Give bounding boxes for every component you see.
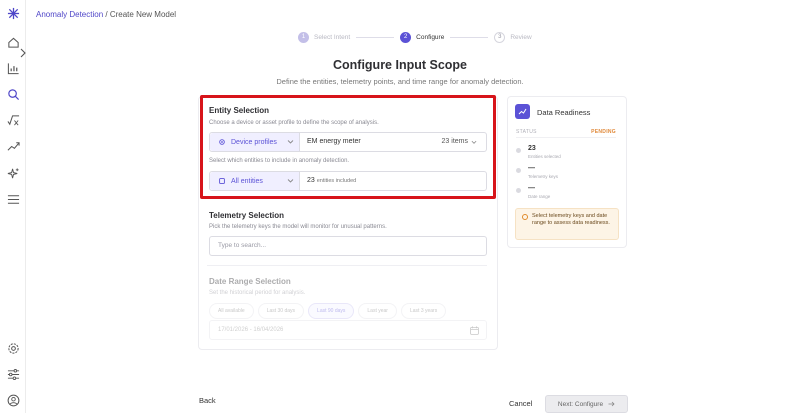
chip-last-year[interactable]: Last year xyxy=(358,303,397,319)
step-connector xyxy=(450,36,489,38)
step-review[interactable]: 3 Review xyxy=(494,31,532,43)
breadcrumb: Anomaly Detection / Create New Model xyxy=(36,10,176,19)
profile-picker[interactable]: Device profiles EM energy meter 23 items xyxy=(209,132,487,152)
home-icon[interactable] xyxy=(6,35,20,49)
next-button[interactable]: Next: Configure xyxy=(545,395,628,413)
breadcrumb-separator: / xyxy=(103,10,110,19)
telemetry-metric-icon xyxy=(516,168,521,173)
status-label: STATUS xyxy=(516,129,537,135)
metric-value: — xyxy=(528,185,535,192)
wizard-stepper: 1 Select Intent 2 Configure 3 Review xyxy=(298,31,532,43)
entities-mode-dropdown[interactable]: All entities xyxy=(210,172,300,190)
entities-mode-label: All entities xyxy=(231,177,263,185)
breadcrumb-parent-link[interactable]: Anomaly Detection xyxy=(36,10,103,19)
metric-value: — xyxy=(528,165,535,172)
entities-icon xyxy=(219,178,225,184)
info-icon xyxy=(522,214,528,220)
next-button-label: Next: Configure xyxy=(557,400,604,408)
readiness-notice: Select telemetry keys and date range to … xyxy=(515,208,619,240)
metric-label: Telemetry keys xyxy=(528,174,559,179)
entity-selection-description: Choose a device or asset profile to defi… xyxy=(209,120,379,126)
telemetry-selection-title: Telemetry Selection xyxy=(209,211,284,220)
step-configure[interactable]: 2 Configure xyxy=(400,31,445,43)
entities-count-number: 23 xyxy=(307,177,315,184)
step-number: 1 xyxy=(298,31,309,43)
telemetry-search-input[interactable]: Type to search... xyxy=(209,236,487,256)
readiness-status-row: STATUS PENDING xyxy=(516,129,616,135)
profile-type-dropdown[interactable]: Device profiles xyxy=(210,133,300,151)
step-select-intent[interactable]: 1 Select Intent xyxy=(298,31,351,43)
profile-count-text: 23 items xyxy=(441,138,468,145)
metric-value: 23 xyxy=(528,145,536,152)
arrow-right-icon xyxy=(608,401,615,407)
status-badge: PENDING xyxy=(591,129,616,135)
data-readiness-title: Data Readiness xyxy=(537,108,591,117)
expand-sidebar-icon[interactable] xyxy=(19,48,27,58)
step-label: Review xyxy=(510,33,532,41)
date-range-description: Set the historical period for analysis. xyxy=(209,290,306,296)
logo-icon[interactable] xyxy=(6,6,20,20)
step-number: 2 xyxy=(400,31,412,43)
chip-last-3-years[interactable]: Last 3 years xyxy=(400,303,447,319)
settings-icon[interactable] xyxy=(6,341,20,355)
step-number: 3 xyxy=(494,31,506,43)
chip-last-90-days[interactable]: Last 90 days xyxy=(308,303,355,319)
entities-description: Select which entities to include in anom… xyxy=(209,158,350,164)
telemetry-search-placeholder: Type to search... xyxy=(218,242,267,249)
breadcrumb-current: Create New Model xyxy=(109,10,177,19)
chevron-down-icon xyxy=(287,140,294,144)
chip-all-available[interactable]: All available xyxy=(209,303,254,319)
section-divider xyxy=(207,265,487,266)
step-connector xyxy=(356,36,395,38)
notice-text: Select telemetry keys and date range to … xyxy=(532,213,610,227)
back-button[interactable]: Back xyxy=(199,396,216,405)
user-icon[interactable] xyxy=(6,393,20,407)
menu-icon[interactable] xyxy=(6,192,20,206)
metric-label: Date range xyxy=(528,194,551,199)
sparkle-icon[interactable] xyxy=(6,166,20,180)
sliders-icon[interactable] xyxy=(6,367,20,381)
date-range-input[interactable]: 17/01/2026 - 16/04/2026 xyxy=(209,320,487,340)
step-label: Select Intent xyxy=(314,33,351,41)
readiness-chart-icon xyxy=(515,104,530,119)
date-metric-icon xyxy=(516,188,521,193)
readiness-divider xyxy=(516,137,616,138)
trend-icon[interactable] xyxy=(6,139,20,153)
metric-label: Entities selected xyxy=(528,154,561,159)
date-range-chips: All available Last 30 days Last 90 days … xyxy=(209,303,447,319)
anomaly-search-icon[interactable] xyxy=(0,81,26,107)
date-range-title: Date Range Selection xyxy=(209,277,291,286)
entities-count-suffix: entities included xyxy=(316,178,357,184)
entities-count: 23 entities included xyxy=(307,177,356,184)
cancel-button[interactable]: Cancel xyxy=(509,399,532,408)
page-subtitle: Define the entities, telemetry points, a… xyxy=(276,77,524,86)
telemetry-selection-description: Pick the telemetry keys the model will m… xyxy=(209,224,387,230)
device-icon xyxy=(219,139,225,145)
entities-picker[interactable]: All entities 23 entities included xyxy=(209,171,487,191)
profile-value[interactable]: EM energy meter xyxy=(307,138,361,145)
chevron-down-icon[interactable] xyxy=(471,139,477,145)
calendar-icon[interactable] xyxy=(470,326,479,335)
profile-type-label: Device profiles xyxy=(231,138,277,146)
date-range-text: 17/01/2026 - 16/04/2026 xyxy=(218,327,284,333)
entity-selection-title: Entity Selection xyxy=(209,106,270,115)
chip-last-30-days[interactable]: Last 30 days xyxy=(257,303,305,319)
step-label: Configure xyxy=(416,33,445,41)
chevron-down-icon xyxy=(287,179,294,183)
profile-count: 23 items xyxy=(442,138,477,145)
entities-metric-icon xyxy=(516,148,521,153)
formula-icon[interactable] xyxy=(6,113,20,127)
page-title: Configure Input Scope xyxy=(332,58,468,72)
